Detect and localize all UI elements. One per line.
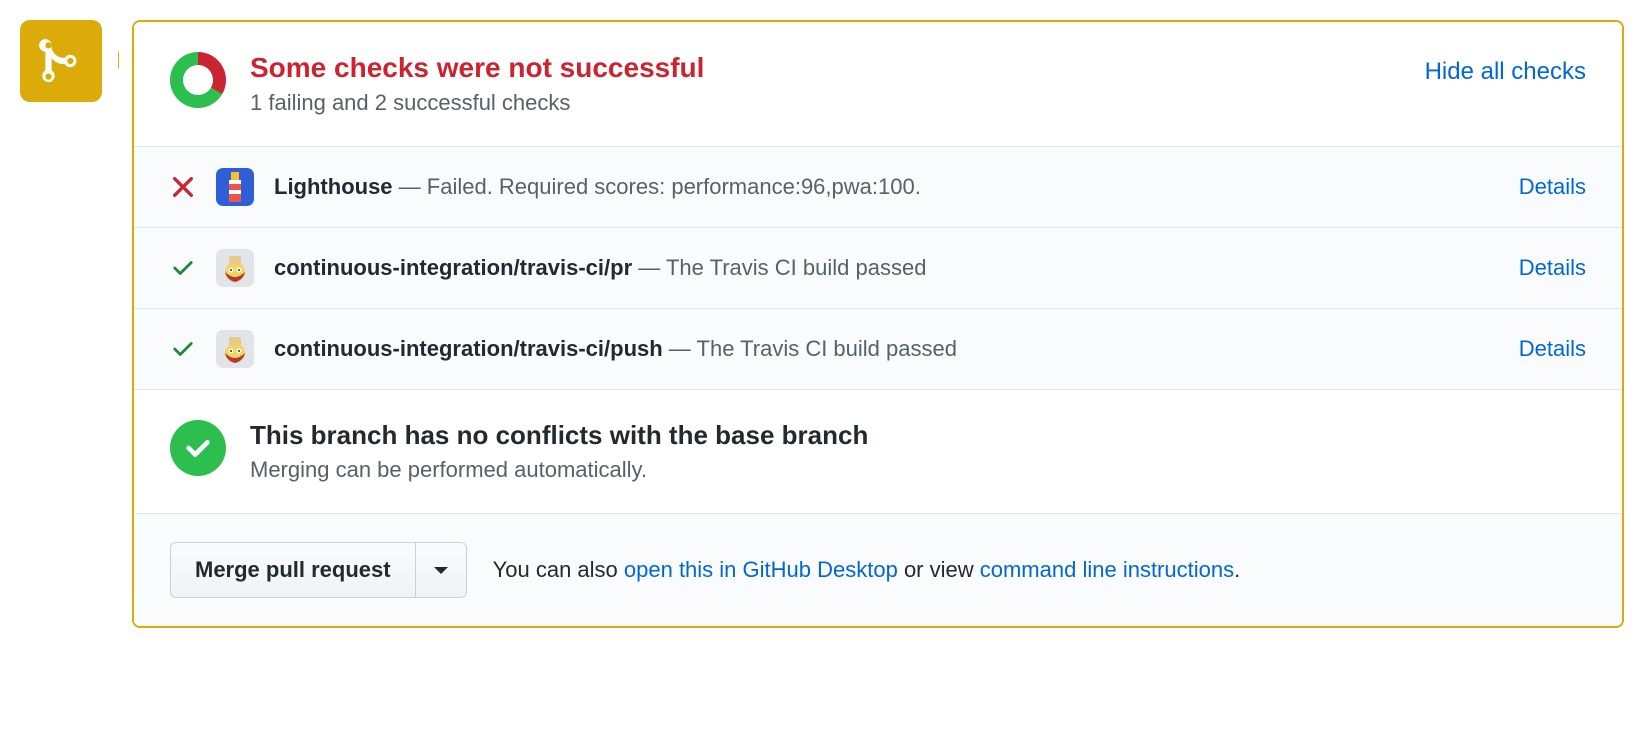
- check-row: Lighthouse — Failed. Required scores: pe…: [134, 146, 1622, 227]
- check-message: — The Travis CI build passed: [663, 336, 957, 361]
- travis-avatar: [216, 330, 254, 368]
- check-description: continuous-integration/travis-ci/pr — Th…: [274, 255, 1499, 281]
- check-description: continuous-integration/travis-ci/push — …: [274, 336, 1499, 362]
- details-link[interactable]: Details: [1519, 174, 1586, 200]
- merge-button-group: Merge pull request: [170, 542, 467, 598]
- caret-down-icon: [434, 567, 448, 581]
- footer-trail: .: [1234, 557, 1240, 582]
- x-icon: [170, 174, 196, 200]
- command-line-instructions-link[interactable]: command line instructions: [980, 557, 1234, 582]
- conflicts-section: This branch has no conflicts with the ba…: [134, 389, 1622, 513]
- success-check-icon: [170, 420, 226, 476]
- checks-header: Some checks were not successful 1 failin…: [134, 22, 1622, 146]
- travis-avatar: [216, 249, 254, 287]
- merge-dropdown-button[interactable]: [416, 542, 467, 598]
- check-row: continuous-integration/travis-ci/pr — Th…: [134, 227, 1622, 308]
- merge-footer: Merge pull request You can also open thi…: [134, 513, 1622, 626]
- check-name: continuous-integration/travis-ci/push: [274, 336, 663, 361]
- check-message: — Failed. Required scores: performance:9…: [393, 174, 921, 199]
- git-merge-icon: [36, 36, 86, 86]
- check-message: — The Travis CI build passed: [632, 255, 926, 280]
- check-name: continuous-integration/travis-ci/pr: [274, 255, 632, 280]
- check-description: Lighthouse — Failed. Required scores: pe…: [274, 174, 1499, 200]
- check-name: Lighthouse: [274, 174, 393, 199]
- merge-footer-text: You can also open this in GitHub Desktop…: [493, 557, 1241, 583]
- lighthouse-avatar: [216, 168, 254, 206]
- checks-status-panel: Some checks were not successful 1 failin…: [132, 20, 1624, 628]
- merge-status-badge: [20, 20, 102, 102]
- conflicts-title: This branch has no conflicts with the ba…: [250, 420, 868, 451]
- checks-subtitle: 1 failing and 2 successful checks: [250, 90, 1401, 116]
- conflicts-subtitle: Merging can be performed automatically.: [250, 457, 868, 483]
- checks-title: Some checks were not successful: [250, 52, 1401, 84]
- open-github-desktop-link[interactable]: open this in GitHub Desktop: [624, 557, 898, 582]
- hide-all-checks-link[interactable]: Hide all checks: [1425, 58, 1586, 86]
- checks-donut-icon: [170, 52, 226, 108]
- check-row: continuous-integration/travis-ci/push — …: [134, 308, 1622, 389]
- merge-pull-request-button[interactable]: Merge pull request: [170, 542, 416, 598]
- check-icon: [170, 255, 196, 281]
- details-link[interactable]: Details: [1519, 255, 1586, 281]
- details-link[interactable]: Details: [1519, 336, 1586, 362]
- footer-mid: or view: [898, 557, 980, 582]
- footer-lead: You can also: [493, 557, 624, 582]
- check-icon: [170, 336, 196, 362]
